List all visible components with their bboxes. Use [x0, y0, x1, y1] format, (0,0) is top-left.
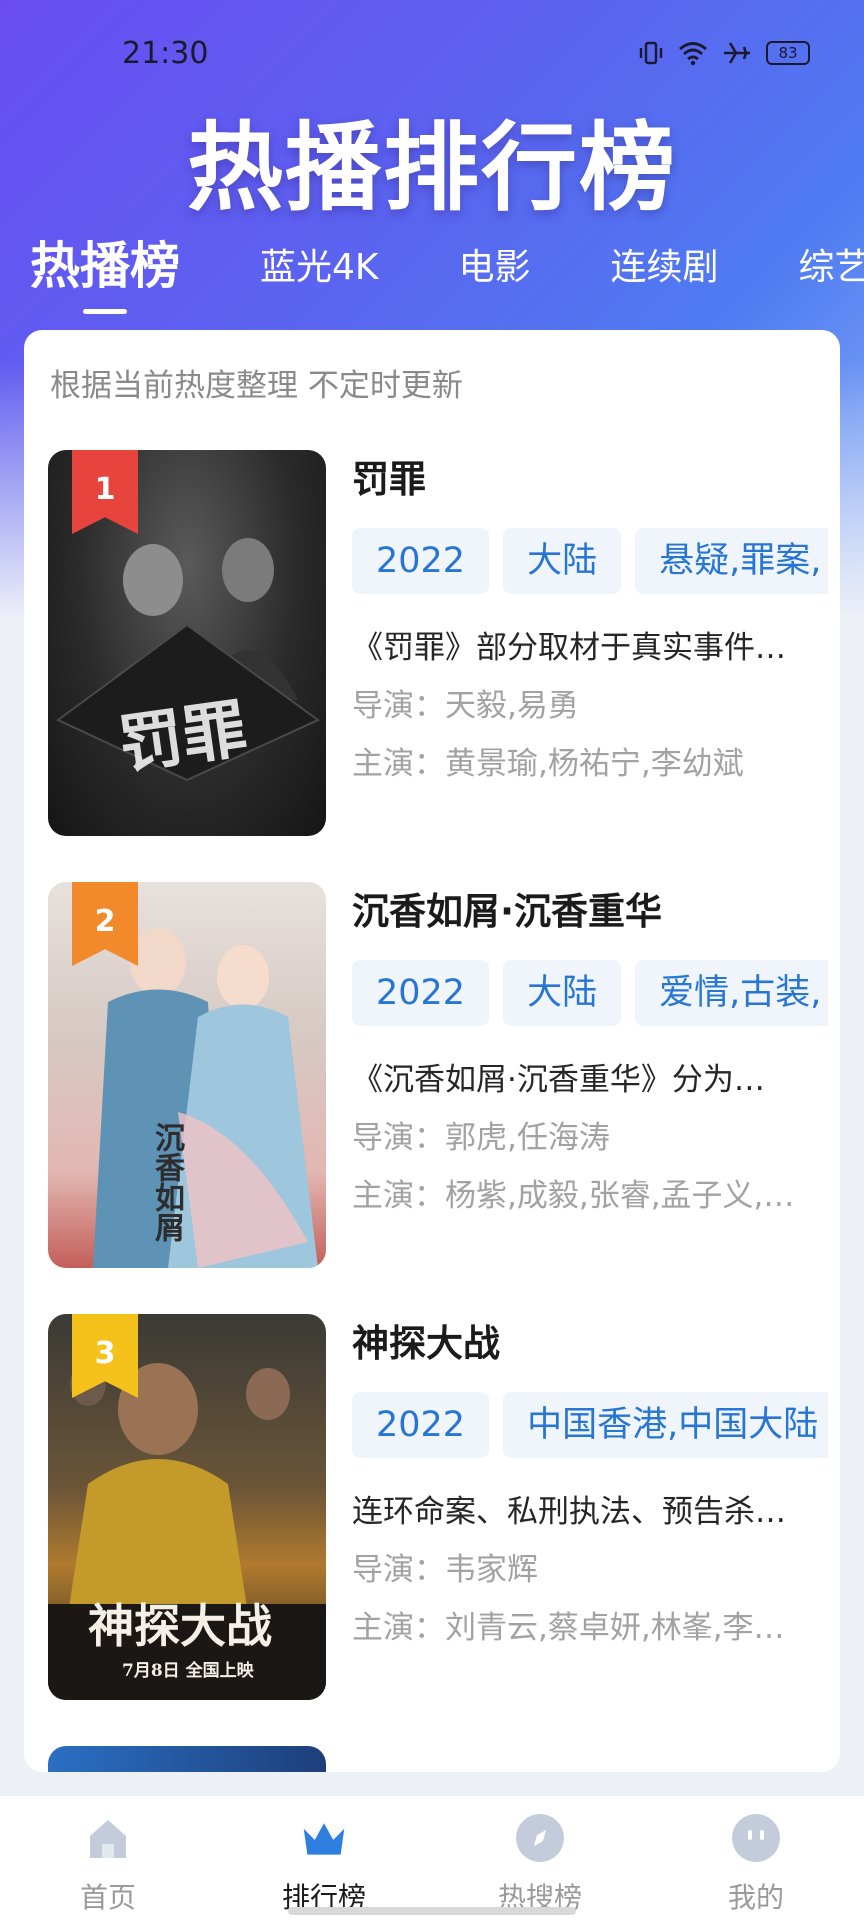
item-director: 导演：韦家辉 — [352, 1552, 538, 1588]
wifi-icon — [679, 42, 707, 66]
poster[interactable]: 罚罪 1 — [48, 450, 326, 836]
tag-region: 中国香港,中国大陆 — [503, 1392, 828, 1458]
poster-partial[interactable] — [48, 1746, 326, 1772]
item-title: 罚罪 — [352, 458, 426, 501]
item-cast: 主演：黄景瑜,杨祐宁,李幼斌 — [352, 746, 744, 782]
status-time: 21:30 — [122, 36, 209, 71]
poster[interactable]: 神探大战 7月8日 全国上映 3 — [48, 1314, 326, 1700]
status-icons: 83 — [638, 40, 810, 66]
item-title: 沉香如屑·沉香重华 — [352, 890, 663, 933]
nav-profile[interactable]: 我的 — [648, 1796, 864, 1920]
tab-hot[interactable]: 热播榜 — [30, 232, 180, 322]
item-description: 《罚罪》部分取材于真实事件… — [352, 630, 786, 666]
bottom-navigation: 首页 排行榜 热搜榜 我的 — [0, 1796, 864, 1920]
nav-ranking[interactable]: 排行榜 — [216, 1796, 432, 1920]
update-note: 根据当前热度整理 不定时更新 — [50, 368, 463, 404]
item-title: 神探大战 — [352, 1322, 500, 1365]
item-description: 《沉香如屑·沉香重华》分为… — [352, 1062, 765, 1098]
tag-year: 2022 — [352, 1392, 490, 1458]
poster-release-date: 7月8日 全国上映 — [122, 1661, 254, 1681]
tab-movies[interactable]: 电影 — [459, 238, 531, 322]
airplane-mode-icon — [724, 42, 750, 64]
ranking-item[interactable]: 神探大战 7月8日 全国上映 3 神探大战 2022 中国香港,中国大陆 连环命… — [48, 1314, 828, 1700]
item-cast: 主演：杨紫,成毅,张睿,孟子义,… — [352, 1178, 795, 1214]
ranking-item[interactable]: 罚罪 1 罚罪 2022 大陆 悬疑,罪案, 《罚罪》部分取材于真实事件… 导演… — [48, 450, 828, 836]
compass-icon — [516, 1814, 564, 1862]
item-info: 罚罪 2022 大陆 悬疑,罪案, 《罚罪》部分取材于真实事件… 导演：天毅,易… — [352, 450, 828, 782]
tag-list: 2022 大陆 爱情,古装, — [352, 960, 828, 1026]
ranking-list: 根据当前热度整理 不定时更新 罚罪 1 罚罪 2022 大陆 悬疑,罪案, 《罚… — [24, 330, 840, 1772]
category-tabs: 热播榜 蓝光4K 电影 连续剧 综艺 — [30, 232, 864, 322]
tab-series[interactable]: 连续剧 — [611, 238, 719, 322]
item-director: 导演：天毅,易勇 — [352, 688, 579, 724]
poster-title: 沉香如屑 — [149, 1122, 184, 1242]
nav-hot-search[interactable]: 热搜榜 — [432, 1796, 648, 1920]
tag-genre: 悬疑,罪案, — [635, 528, 828, 594]
battery-indicator: 83 — [766, 41, 810, 65]
face-icon — [732, 1814, 780, 1862]
tag-list: 2022 大陆 悬疑,罪案, — [352, 528, 828, 594]
home-icon — [84, 1814, 132, 1862]
ranking-item[interactable]: 沉香如屑 2 沉香如屑·沉香重华 2022 大陆 爱情,古装, 《沉香如屑·沉香… — [48, 882, 828, 1268]
item-info: 神探大战 2022 中国香港,中国大陆 连环命案、私刑执法、预告杀… 导演：韦家… — [352, 1314, 828, 1646]
tag-year: 2022 — [352, 960, 490, 1026]
home-indicator[interactable] — [288, 1907, 576, 1915]
page-title: 热播排行榜 — [187, 112, 677, 224]
tag-region: 大陆 — [503, 960, 622, 1026]
tag-list: 2022 中国香港,中国大陆 — [352, 1392, 828, 1458]
nav-home[interactable]: 首页 — [0, 1796, 216, 1920]
tab-variety[interactable]: 综艺 — [799, 238, 864, 322]
item-director: 导演：郭虎,任海涛 — [352, 1120, 610, 1156]
nav-label: 首页 — [79, 1881, 136, 1914]
item-info: 沉香如屑·沉香重华 2022 大陆 爱情,古装, 《沉香如屑·沉香重华》分为… … — [352, 882, 828, 1214]
tag-genre: 爱情,古装, — [635, 960, 828, 1026]
vibrate-icon — [639, 41, 663, 65]
item-description: 连环命案、私刑执法、预告杀… — [352, 1494, 786, 1530]
crown-icon — [300, 1814, 348, 1862]
poster-title: 罚罪 — [114, 691, 252, 784]
poster-title: 神探大战 — [88, 1599, 272, 1653]
tag-region: 大陆 — [503, 528, 622, 594]
tag-year: 2022 — [352, 528, 490, 594]
nav-label: 我的 — [727, 1881, 784, 1914]
poster[interactable]: 沉香如屑 2 — [48, 882, 326, 1268]
tab-bluray-4k[interactable]: 蓝光4K — [260, 238, 379, 322]
item-cast: 主演：刘青云,蔡卓妍,林峯,李… — [352, 1610, 785, 1646]
